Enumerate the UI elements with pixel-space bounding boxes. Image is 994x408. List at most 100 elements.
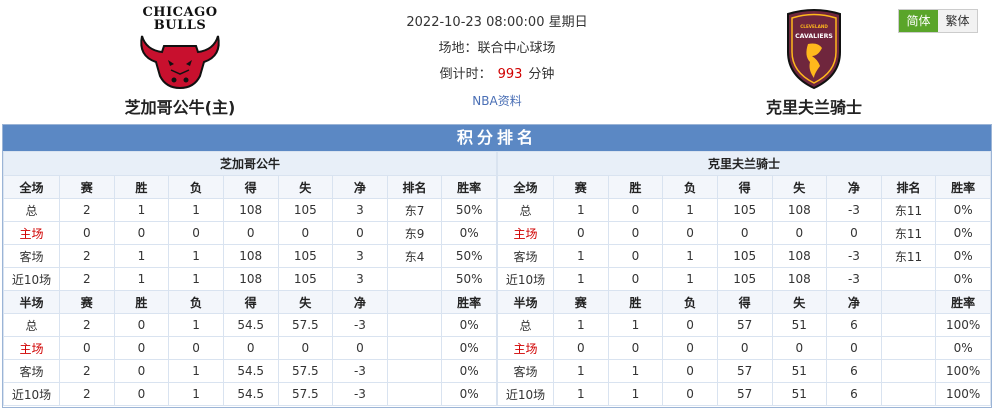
stat-cell: 1 (113, 244, 170, 268)
stat-cell: 1 (553, 267, 609, 291)
stat-cell: 57.5 (277, 359, 334, 383)
team-caption: 克里夫兰骑士 (497, 151, 991, 176)
stat-cell: 50% (441, 244, 497, 268)
stat-cell: 0 (662, 382, 718, 406)
stat-cell: 1 (553, 244, 609, 268)
stat-cell (880, 313, 937, 337)
half-header-row: 半场赛胜负得失净 胜率 (3, 290, 497, 314)
stat-cell: 100% (935, 359, 991, 383)
stat-cell: 108 (222, 267, 279, 291)
column-header: 净 (826, 175, 882, 199)
stat-cell: 51 (771, 382, 828, 406)
column-header: 胜率 (441, 290, 497, 314)
away-team-name[interactable]: 克里夫兰骑士 (714, 94, 914, 118)
stat-cell: 6 (826, 382, 882, 406)
column-header: 全场 (497, 175, 554, 199)
stat-cell: 0 (662, 221, 718, 245)
stat-cell: 105 (716, 244, 773, 268)
column-header: 排名 (386, 175, 443, 199)
team-caption: 芝加哥公牛 (3, 151, 497, 176)
column-header: 得 (716, 175, 773, 199)
stat-cell: 0 (826, 336, 882, 360)
match-header: CHICAGO BULLS 芝加哥公牛(主) 2022-10-23 08:00:… (0, 0, 994, 124)
stat-cell: 105 (716, 267, 773, 291)
table-row: 客场 2 0 1 54.5 57.5 -3 0% (3, 359, 497, 383)
row-label: 客场 (3, 359, 60, 383)
stat-cell: 0 (277, 336, 334, 360)
stat-cell: 0 (332, 336, 388, 360)
stat-cell: 0% (935, 244, 991, 268)
column-header: 胜 (113, 175, 170, 199)
venue-label: 场地： (438, 41, 478, 56)
stat-cell: 57 (716, 382, 773, 406)
match-venue-line: 场地：联合中心球场 (380, 36, 614, 62)
stat-cell: 0 (222, 336, 279, 360)
stat-cell: 0 (607, 244, 664, 268)
row-label: 主场 (497, 336, 554, 360)
column-header: 赛 (553, 175, 609, 199)
stat-cell: 1 (662, 244, 718, 268)
stat-cell: 1 (168, 267, 224, 291)
stat-cell: 6 (826, 359, 882, 383)
stat-cell (880, 336, 937, 360)
home-team-name[interactable]: 芝加哥公牛(主) (80, 94, 280, 118)
full-header-row: 全场赛胜负得失净排名 胜率 (3, 175, 497, 199)
nba-info-link[interactable]: NBA资料 (472, 94, 521, 108)
column-header: 负 (662, 175, 718, 199)
stat-cell: 57 (716, 359, 773, 383)
stat-cell: 1 (113, 267, 170, 291)
stat-cell: 3 (332, 267, 388, 291)
table-row: 近10场 2 1 1 108 105 3 50% (3, 267, 497, 291)
column-header: 全场 (3, 175, 60, 199)
table-row: 总 1 0 1 105 108 -3 东11 0% (497, 198, 991, 222)
column-header: 净 (826, 290, 882, 314)
stat-cell: 1 (553, 198, 609, 222)
simplified-chinese-button[interactable]: 简体 (899, 10, 938, 32)
row-label: 客场 (497, 244, 554, 268)
stat-cell: 0 (607, 267, 664, 291)
stat-cell: 57 (716, 313, 773, 337)
stat-cell: 1 (662, 198, 718, 222)
stat-cell: 0% (441, 313, 497, 337)
stat-cell: 0 (553, 336, 609, 360)
stat-cell: 100% (935, 313, 991, 337)
stat-cell: 0 (222, 221, 279, 245)
stat-cell: 108 (771, 267, 828, 291)
stat-cell: 54.5 (222, 359, 279, 383)
column-header: 半场 (497, 290, 554, 314)
row-label: 近10场 (3, 267, 60, 291)
stat-cell: 0% (935, 221, 991, 245)
stat-cell (386, 267, 443, 291)
countdown-unit: 分钟 (528, 67, 555, 82)
table-row: 近10场 1 0 1 105 108 -3 0% (497, 267, 991, 291)
column-header: 胜 (113, 290, 170, 314)
stat-cell: -3 (826, 198, 882, 222)
stat-cell: 0% (441, 221, 497, 245)
stat-cell: 0 (277, 221, 334, 245)
row-label: 总 (3, 198, 60, 222)
stat-cell: 2 (59, 267, 115, 291)
table-row: 近10场 1 1 0 57 51 6 100% (497, 382, 991, 406)
stat-cell: 54.5 (222, 313, 279, 337)
venue-name: 联合中心球场 (477, 41, 556, 56)
stat-cell: 1 (607, 382, 664, 406)
stat-cell (386, 336, 443, 360)
stat-cell: 东7 (386, 198, 443, 222)
stat-cell: 51 (771, 359, 828, 383)
stat-cell: 1 (168, 244, 224, 268)
standings-panel: 积分排名 芝加哥公牛 全场赛胜负得失净排名 胜率总 2 1 1 108 105 3 东7 50% 主场… (2, 124, 992, 408)
stat-cell (386, 313, 443, 337)
stat-cell: 2 (59, 244, 115, 268)
stat-cell: 东11 (880, 244, 937, 268)
column-header: 胜率 (935, 290, 991, 314)
stat-cell: 0 (168, 336, 224, 360)
stat-cell: 105 (277, 267, 334, 291)
column-header: 净 (332, 290, 388, 314)
column-header: 胜 (607, 290, 664, 314)
row-label: 客场 (3, 244, 60, 268)
traditional-chinese-button[interactable]: 繁体 (938, 10, 977, 32)
stat-cell: 0% (441, 359, 497, 383)
column-header: 胜率 (441, 175, 497, 199)
home-standings-table: 芝加哥公牛 全场赛胜负得失净排名 胜率总 2 1 1 108 105 3 东7 50% 主场 0 0 0 0 0… (3, 151, 497, 406)
column-header: 胜 (607, 175, 664, 199)
